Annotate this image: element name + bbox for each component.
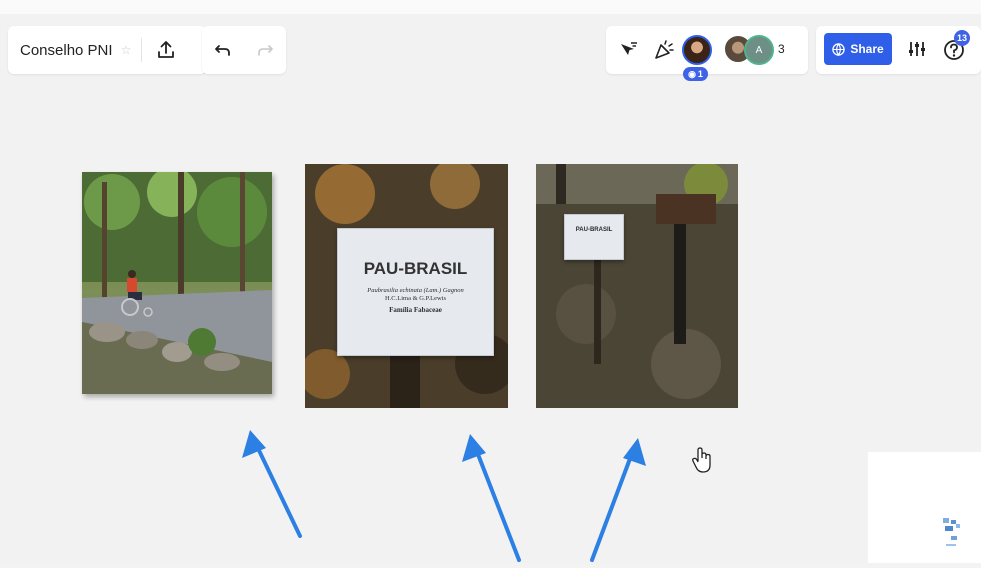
minimap[interactable] (868, 452, 981, 563)
arrow-2[interactable] (462, 434, 521, 562)
arrow-1[interactable] (242, 430, 302, 538)
annotation-arrows (242, 430, 646, 562)
arrow-3[interactable] (590, 438, 646, 562)
hand-cursor-icon (692, 447, 711, 473)
minimap-content (943, 518, 960, 546)
